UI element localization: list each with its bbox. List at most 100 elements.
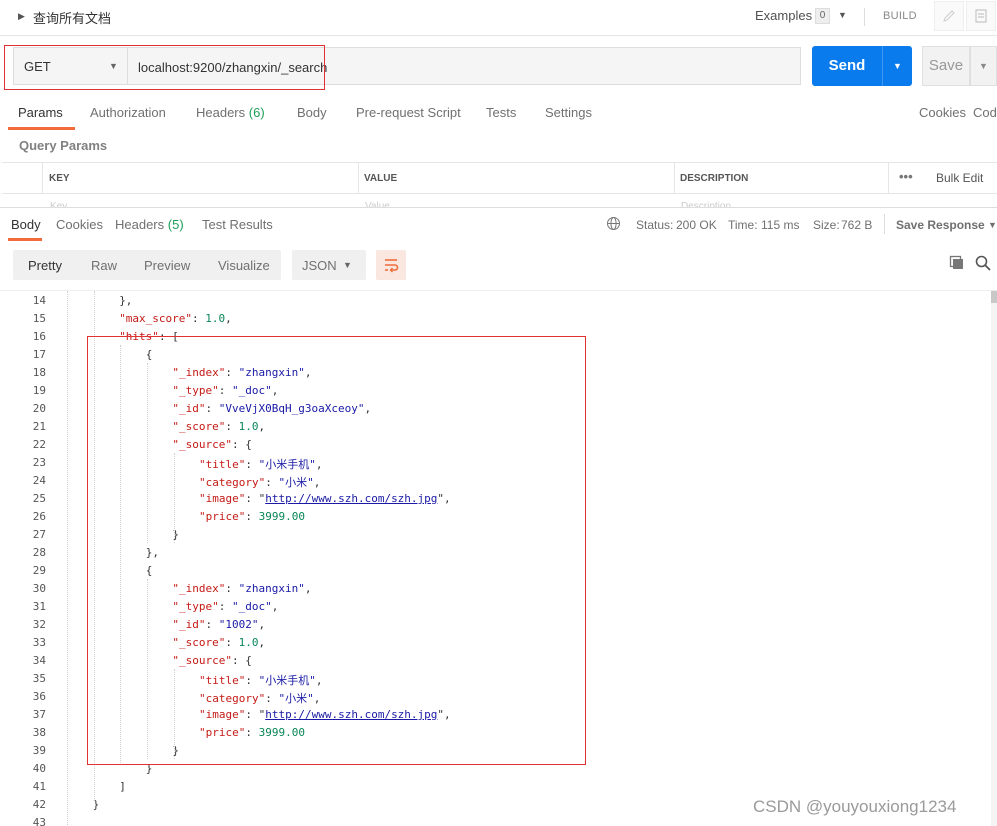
collapse-caret-icon[interactable]: ▶ <box>18 11 25 22</box>
chevron-down-icon[interactable]: ▼ <box>988 220 997 230</box>
examples-count-badge: 0 <box>815 8 830 24</box>
line-number: 34 <box>32 654 46 667</box>
line-number: 17 <box>32 348 46 361</box>
view-visualize[interactable]: Visualize <box>218 258 270 273</box>
wrap-lines-icon <box>385 259 399 273</box>
indent-guide <box>174 669 175 759</box>
more-options-icon[interactable]: ••• <box>899 169 913 184</box>
view-pretty[interactable]: Pretty <box>28 258 62 273</box>
line-number: 28 <box>32 546 46 559</box>
code-line: { <box>145 348 153 361</box>
indent-guide <box>67 291 68 826</box>
document-icon <box>975 9 987 23</box>
documentation-button[interactable] <box>966 1 996 31</box>
request-title[interactable]: 查询所有文档 <box>33 8 111 27</box>
response-body-editor[interactable]: 14 15 16 17 18 19 20 21 22 23 24 25 26 27 28 29 30 31 32 33… <box>0 290 997 826</box>
line-number: 30 <box>32 582 46 595</box>
code-line: "category": "小米", <box>199 476 321 489</box>
request-tabs: Params Authorization Headers (6) Body Pr… <box>0 96 997 130</box>
code-line: "price": 3999.00 <box>199 726 305 739</box>
line-number: 38 <box>32 726 46 739</box>
line-number: 27 <box>32 528 46 541</box>
tab-headers-label: Headers <box>196 105 246 120</box>
pencil-icon <box>943 10 955 22</box>
code-line: } <box>145 762 153 775</box>
url-value: localhost:9200/zhangxin/_search <box>138 60 328 75</box>
method-value: GET <box>24 59 51 74</box>
chevron-down-icon: ▼ <box>343 260 352 270</box>
line-number: 40 <box>32 762 46 775</box>
globe-icon[interactable] <box>606 216 621 234</box>
column-divider <box>674 163 675 193</box>
line-number: 42 <box>32 798 46 811</box>
examples-button[interactable]: Examples <box>755 8 812 23</box>
cookies-link[interactable]: Cookies <box>919 105 966 120</box>
indent-guide <box>94 291 95 801</box>
line-number: 20 <box>32 402 46 415</box>
indent-guide <box>147 579 148 759</box>
tab-response-cookies[interactable]: Cookies <box>56 217 103 232</box>
code-line: "_type": "_doc", <box>172 384 279 397</box>
code-line: "hits": [ <box>119 330 179 343</box>
save-response-button[interactable]: Save Response <box>896 218 985 232</box>
code-line: "_type": "_doc", <box>172 600 279 613</box>
line-number: 22 <box>32 438 46 451</box>
tab-prerequest-script[interactable]: Pre-request Script <box>356 105 461 120</box>
row-divider <box>2 193 997 194</box>
copy-icon[interactable] <box>949 255 965 274</box>
line-number: 24 <box>32 474 46 487</box>
line-number: 43 <box>32 816 46 826</box>
code-line: "_score": 1.0, <box>172 420 266 433</box>
tab-response-body[interactable]: Body <box>11 217 41 232</box>
bulk-edit-link[interactable]: Bulk Edit <box>936 171 983 185</box>
tab-test-results[interactable]: Test Results <box>202 217 273 232</box>
tab-response-headers[interactable]: Headers (5) <box>115 217 184 232</box>
vertical-scrollbar[interactable] <box>991 291 997 826</box>
line-number: 15 <box>32 312 46 325</box>
code-line: "_id": "1002", <box>172 618 266 631</box>
tab-params[interactable]: Params <box>18 105 63 120</box>
line-number: 21 <box>32 420 46 433</box>
wrap-lines-button[interactable] <box>376 250 406 280</box>
active-tab-indicator <box>8 238 42 241</box>
language-select[interactable]: JSON ▼ <box>292 250 366 280</box>
view-preview[interactable]: Preview <box>144 258 190 273</box>
view-raw[interactable]: Raw <box>91 258 117 273</box>
tab-headers[interactable]: Headers (6) <box>196 105 265 120</box>
line-number: 36 <box>32 690 46 703</box>
params-table: KEY VALUE DESCRIPTION ••• Bulk Edit Key … <box>2 162 997 212</box>
url-input[interactable]: localhost:9200/zhangxin/_search <box>128 47 801 85</box>
save-options-dropdown[interactable]: ▼ <box>970 46 997 86</box>
size-value: 762 B <box>841 218 873 232</box>
column-header-description: DESCRIPTION <box>680 173 749 184</box>
tab-settings[interactable]: Settings <box>545 105 592 120</box>
column-divider <box>358 163 359 193</box>
code-link[interactable]: Code <box>973 105 997 120</box>
tab-body[interactable]: Body <box>297 105 327 120</box>
column-divider <box>42 163 43 193</box>
code-line: { <box>145 564 153 577</box>
tab-tests[interactable]: Tests <box>486 105 516 120</box>
tab-authorization[interactable]: Authorization <box>90 105 166 120</box>
examples-dropdown-icon[interactable]: ▼ <box>838 10 847 20</box>
line-number: 19 <box>32 384 46 397</box>
chevron-down-icon: ▼ <box>109 61 118 71</box>
divider <box>884 214 885 234</box>
code-line: "_index": "zhangxin", <box>172 366 312 379</box>
code-line: "_index": "zhangxin", <box>172 582 312 595</box>
line-number: 37 <box>32 708 46 721</box>
code-line: "image": "http://www.szh.com/szh.jpg", <box>199 492 451 505</box>
search-icon[interactable] <box>975 255 991 274</box>
code-line: "title": "小米手机", <box>199 458 323 471</box>
edit-button[interactable] <box>934 1 964 31</box>
size-label: Size: <box>813 218 840 232</box>
send-button[interactable]: Send <box>812 46 882 86</box>
build-button[interactable]: BUILD <box>883 10 917 22</box>
line-number: 26 <box>32 510 46 523</box>
column-header-value: VALUE <box>364 173 398 184</box>
send-options-dropdown[interactable]: ▼ <box>882 46 912 86</box>
method-select[interactable]: GET ▼ <box>13 47 128 85</box>
line-number: 14 <box>32 294 46 307</box>
scrollbar-thumb[interactable] <box>991 291 997 303</box>
save-button[interactable]: Save <box>922 46 970 86</box>
